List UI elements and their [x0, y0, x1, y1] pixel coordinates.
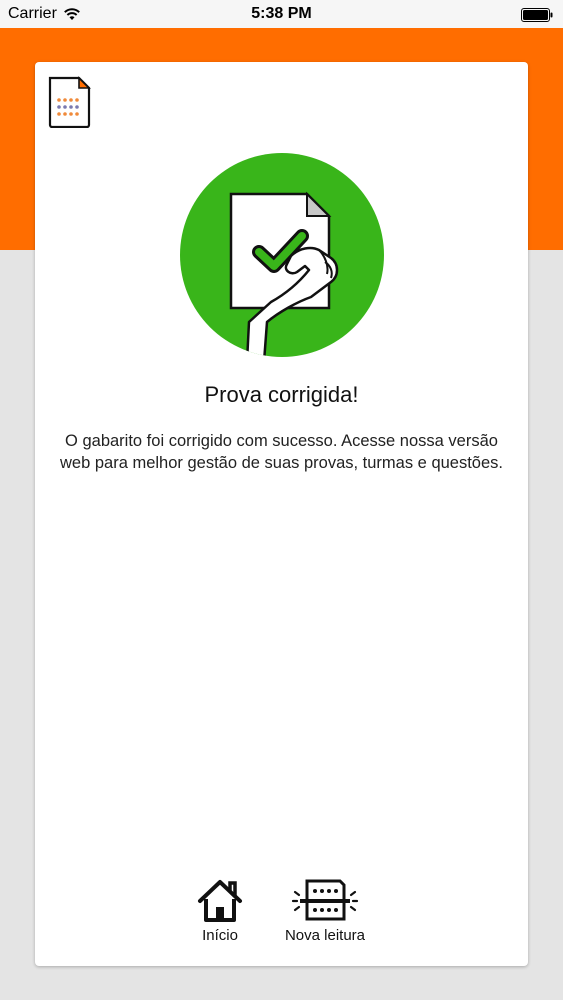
- result-card: Prova corrigida! O gabarito foi corrigid…: [35, 62, 528, 966]
- status-time: 5:38 PM: [251, 5, 312, 22]
- scan-sheet-icon: [291, 879, 359, 921]
- result-title: Prova corrigida!: [204, 382, 359, 407]
- new-reading-label: Nova leitura: [284, 927, 366, 944]
- result-message: O gabarito foi corrigido com sucesso. Ac…: [60, 432, 503, 472]
- answer-sheet-icon: [48, 76, 91, 128]
- new-reading-button[interactable]: Nova leitura: [275, 877, 375, 944]
- corrected-sheet-illustration: [180, 153, 384, 357]
- bottom-actions: Início Nova leitura: [35, 877, 528, 947]
- battery-icon: [521, 8, 553, 22]
- status-bar: Carrier 5:38 PM: [0, 0, 563, 28]
- home-label: Início: [202, 927, 238, 944]
- home-icon: [198, 880, 242, 922]
- home-button[interactable]: Início: [195, 877, 245, 944]
